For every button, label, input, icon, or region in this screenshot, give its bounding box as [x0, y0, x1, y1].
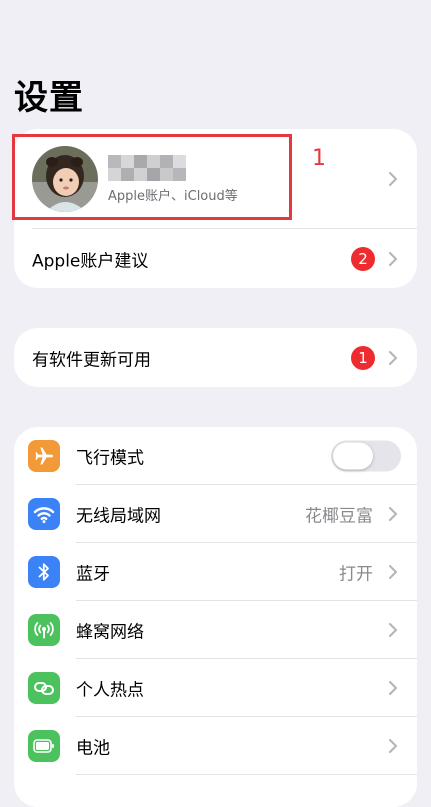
bluetooth-status: 打开 [339, 564, 373, 585]
chevron-right-icon [387, 171, 399, 187]
software-update-label: 有软件更新可用 [32, 350, 151, 370]
notification-badge: 1 [351, 345, 375, 370]
hotspot-icon [28, 672, 60, 704]
divider [76, 774, 417, 775]
account-suggestions-row[interactable]: Apple账户建议 2 [14, 229, 417, 288]
cellular-icon [28, 614, 60, 646]
battery-label: 电池 [76, 738, 110, 759]
settings-row-battery[interactable]: 电池 [14, 717, 417, 775]
highlight-label: 1 [312, 146, 326, 171]
software-update-row[interactable]: 有软件更新可用 1 [14, 328, 417, 387]
wifi-network-name: 花椰豆富 [305, 506, 373, 527]
bluetooth-icon [28, 556, 60, 588]
settings-row-personal-hotspot[interactable]: 个人热点 [14, 659, 417, 717]
wifi-icon [28, 498, 60, 530]
airplane-icon [28, 440, 60, 472]
settings-row-wifi[interactable]: 无线局域网 花椰豆富 [14, 485, 417, 543]
chevron-right-icon [387, 564, 399, 580]
cellular-label: 蜂窝网络 [76, 622, 144, 643]
personal-hotspot-label: 个人热点 [76, 680, 144, 701]
chevron-right-icon [387, 680, 399, 696]
connectivity-card: 飞行模式 无线局域网 花椰豆富 蓝牙 打开 蜂窝网络 个人热点 电池 [14, 427, 417, 807]
page-title: 设置 [14, 78, 84, 118]
toggle-knob [333, 442, 373, 470]
chevron-right-icon [387, 622, 399, 638]
settings-row-bluetooth[interactable]: 蓝牙 打开 [14, 543, 417, 601]
software-update-card: 有软件更新可用 1 [14, 328, 417, 387]
settings-row-airplane-mode[interactable]: 飞行模式 [14, 427, 417, 485]
airplane-mode-label: 飞行模式 [76, 448, 144, 469]
battery-icon [28, 730, 60, 762]
wifi-label: 无线局域网 [76, 506, 161, 527]
notification-badge: 2 [351, 246, 375, 271]
chevron-right-icon [387, 350, 399, 366]
settings-row-cellular[interactable]: 蜂窝网络 [14, 601, 417, 659]
account-suggestions-label: Apple账户建议 [32, 251, 149, 271]
chevron-right-icon [387, 738, 399, 754]
airplane-mode-toggle[interactable] [331, 440, 401, 472]
chevron-right-icon [387, 506, 399, 522]
chevron-right-icon [387, 251, 399, 267]
bluetooth-label: 蓝牙 [76, 564, 110, 585]
highlight-box [12, 134, 292, 220]
